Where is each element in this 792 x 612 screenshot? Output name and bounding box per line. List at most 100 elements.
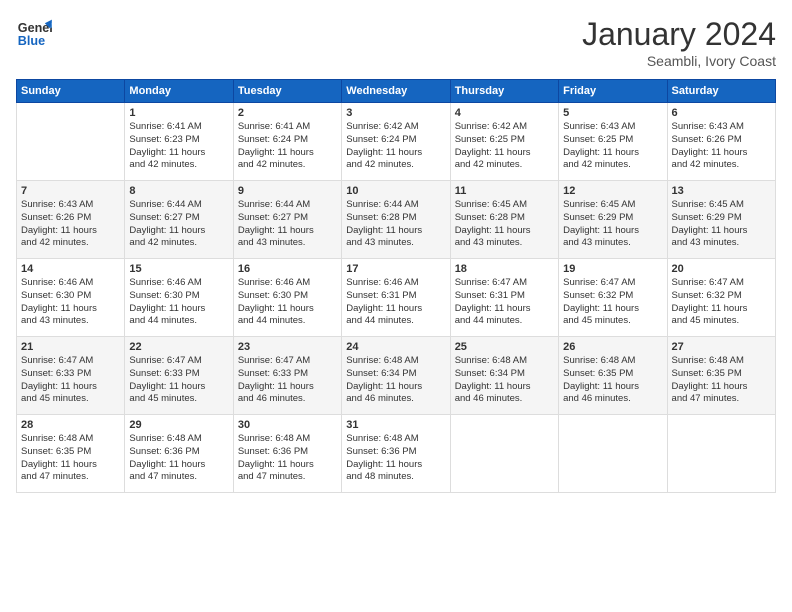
calendar-cell: 6 Sunrise: 6:43 AMSunset: 6:26 PMDaylight… [667, 103, 775, 181]
day-info: Sunrise: 6:44 AMSunset: 6:27 PMDaylight:… [238, 199, 337, 250]
calendar-cell: 12 Sunrise: 6:45 AMSunset: 6:29 PMDayligh… [559, 181, 667, 259]
calendar-cell: 13 Sunrise: 6:45 AMSunset: 6:29 PMDayligh… [667, 181, 775, 259]
day-info: Sunrise: 6:45 AMSunset: 6:28 PMDaylight:… [455, 199, 554, 250]
day-number: 19 [563, 263, 662, 275]
calendar-cell: 26 Sunrise: 6:48 AMSunset: 6:35 PMDayligh… [559, 337, 667, 415]
col-friday: Friday [559, 80, 667, 103]
calendar-cell: 7Sunrise: 6:43 AMSunset: 6:26 PMDaylight… [17, 181, 125, 259]
day-number: 21 [21, 341, 120, 353]
calendar-cell: 3Sunrise: 6:42 AMSunset: 6:24 PMDaylight… [342, 103, 450, 181]
calendar-cell: 18 Sunrise: 6:47 AMSunset: 6:31 PMDayligh… [450, 259, 558, 337]
day-number: 2 [238, 107, 337, 119]
col-sunday: Sunday [17, 80, 125, 103]
day-number: 13 [672, 185, 771, 197]
day-info: Sunrise: 6:48 AMSunset: 6:36 PMDaylight:… [238, 433, 337, 484]
calendar-cell: 19 Sunrise: 6:47 AMSunset: 6:32 PMDayligh… [559, 259, 667, 337]
calendar-week-4: 28Sunrise: 6:48 AMSunset: 6:35 PMDayligh… [17, 415, 776, 493]
day-number: 24 [346, 341, 445, 353]
day-number: 1 [129, 107, 228, 119]
calendar-cell: 25 Sunrise: 6:48 AMSunset: 6:34 PMDayligh… [450, 337, 558, 415]
calendar-cell: 27Sunrise: 6:48 AMSunset: 6:35 PMDayligh… [667, 337, 775, 415]
day-number: 22 [129, 341, 228, 353]
header-row: Sunday Monday Tuesday Wednesday Thursday… [17, 80, 776, 103]
calendar-cell: 8 Sunrise: 6:44 AMSunset: 6:27 PMDaylight… [125, 181, 233, 259]
day-number: 8 [129, 185, 228, 197]
day-info: Sunrise: 6:42 AMSunset: 6:24 PMDaylight:… [346, 121, 445, 172]
day-info: Sunrise: 6:48 AMSunset: 6:36 PMDaylight:… [129, 433, 228, 484]
col-monday: Monday [125, 80, 233, 103]
calendar-cell: 5 Sunrise: 6:43 AMSunset: 6:25 PMDaylight… [559, 103, 667, 181]
day-info: Sunrise: 6:44 AMSunset: 6:27 PMDaylight:… [129, 199, 228, 250]
calendar-week-2: 14Sunrise: 6:46 AMSunset: 6:30 PMDayligh… [17, 259, 776, 337]
subtitle: Seambli, Ivory Coast [582, 53, 776, 69]
main-title: January 2024 [582, 16, 776, 53]
day-info: Sunrise: 6:46 AMSunset: 6:30 PMDaylight:… [238, 277, 337, 328]
day-number: 23 [238, 341, 337, 353]
calendar-cell: 16 Sunrise: 6:46 AMSunset: 6:30 PMDayligh… [233, 259, 341, 337]
calendar-cell: 23Sunrise: 6:47 AMSunset: 6:33 PMDayligh… [233, 337, 341, 415]
day-number: 18 [455, 263, 554, 275]
calendar-week-0: 1 Sunrise: 6:41 AMSunset: 6:23 PMDaylight… [17, 103, 776, 181]
day-info: Sunrise: 6:43 AMSunset: 6:26 PMDaylight:… [672, 121, 771, 172]
calendar-cell: 30 Sunrise: 6:48 AMSunset: 6:36 PMDayligh… [233, 415, 341, 493]
calendar-table: Sunday Monday Tuesday Wednesday Thursday… [16, 79, 776, 493]
day-info: Sunrise: 6:48 AMSunset: 6:34 PMDaylight:… [455, 355, 554, 406]
col-thursday: Thursday [450, 80, 558, 103]
day-info: Sunrise: 6:43 AMSunset: 6:25 PMDaylight:… [563, 121, 662, 172]
title-block: January 2024 Seambli, Ivory Coast [582, 16, 776, 69]
day-info: Sunrise: 6:47 AMSunset: 6:31 PMDaylight:… [455, 277, 554, 328]
day-info: Sunrise: 6:45 AMSunset: 6:29 PMDaylight:… [672, 199, 771, 250]
day-info: Sunrise: 6:48 AMSunset: 6:35 PMDaylight:… [563, 355, 662, 406]
calendar-cell [667, 415, 775, 493]
day-number: 31 [346, 419, 445, 431]
col-tuesday: Tuesday [233, 80, 341, 103]
day-number: 4 [455, 107, 554, 119]
day-number: 5 [563, 107, 662, 119]
col-saturday: Saturday [667, 80, 775, 103]
day-info: Sunrise: 6:48 AMSunset: 6:35 PMDaylight:… [21, 433, 120, 484]
calendar-cell: 1 Sunrise: 6:41 AMSunset: 6:23 PMDaylight… [125, 103, 233, 181]
day-info: Sunrise: 6:47 AMSunset: 6:32 PMDaylight:… [563, 277, 662, 328]
day-number: 9 [238, 185, 337, 197]
day-number: 15 [129, 263, 228, 275]
calendar-cell: 14Sunrise: 6:46 AMSunset: 6:30 PMDayligh… [17, 259, 125, 337]
day-info: Sunrise: 6:47 AMSunset: 6:33 PMDaylight:… [21, 355, 120, 406]
page: General Blue January 2024 Seambli, Ivory… [0, 0, 792, 612]
day-number: 17 [346, 263, 445, 275]
logo-icon: General Blue [16, 16, 52, 52]
calendar-week-3: 21 Sunrise: 6:47 AMSunset: 6:33 PMDayligh… [17, 337, 776, 415]
day-number: 25 [455, 341, 554, 353]
calendar-cell: 9 Sunrise: 6:44 AMSunset: 6:27 PMDaylight… [233, 181, 341, 259]
calendar-cell: 17Sunrise: 6:46 AMSunset: 6:31 PMDayligh… [342, 259, 450, 337]
day-info: Sunrise: 6:46 AMSunset: 6:30 PMDaylight:… [129, 277, 228, 328]
header: General Blue January 2024 Seambli, Ivory… [16, 16, 776, 69]
day-info: Sunrise: 6:41 AMSunset: 6:24 PMDaylight:… [238, 121, 337, 172]
day-number: 29 [129, 419, 228, 431]
calendar-cell [17, 103, 125, 181]
calendar-cell: 11Sunrise: 6:45 AMSunset: 6:28 PMDayligh… [450, 181, 558, 259]
day-info: Sunrise: 6:47 AMSunset: 6:32 PMDaylight:… [672, 277, 771, 328]
day-number: 12 [563, 185, 662, 197]
logo: General Blue [16, 16, 52, 52]
day-number: 16 [238, 263, 337, 275]
day-info: Sunrise: 6:41 AMSunset: 6:23 PMDaylight:… [129, 121, 228, 172]
col-wednesday: Wednesday [342, 80, 450, 103]
calendar-week-1: 7Sunrise: 6:43 AMSunset: 6:26 PMDaylight… [17, 181, 776, 259]
calendar-cell: 15 Sunrise: 6:46 AMSunset: 6:30 PMDayligh… [125, 259, 233, 337]
day-info: Sunrise: 6:42 AMSunset: 6:25 PMDaylight:… [455, 121, 554, 172]
day-info: Sunrise: 6:45 AMSunset: 6:29 PMDaylight:… [563, 199, 662, 250]
calendar-cell: 2 Sunrise: 6:41 AMSunset: 6:24 PMDaylight… [233, 103, 341, 181]
day-number: 10 [346, 185, 445, 197]
calendar-cell: 28Sunrise: 6:48 AMSunset: 6:35 PMDayligh… [17, 415, 125, 493]
day-number: 6 [672, 107, 771, 119]
calendar-cell: 10Sunrise: 6:44 AMSunset: 6:28 PMDayligh… [342, 181, 450, 259]
calendar-cell: 21 Sunrise: 6:47 AMSunset: 6:33 PMDayligh… [17, 337, 125, 415]
calendar-cell [559, 415, 667, 493]
calendar-cell: 29 Sunrise: 6:48 AMSunset: 6:36 PMDayligh… [125, 415, 233, 493]
calendar-cell: 4 Sunrise: 6:42 AMSunset: 6:25 PMDaylight… [450, 103, 558, 181]
day-number: 20 [672, 263, 771, 275]
day-number: 30 [238, 419, 337, 431]
day-info: Sunrise: 6:43 AMSunset: 6:26 PMDaylight:… [21, 199, 120, 250]
day-number: 26 [563, 341, 662, 353]
svg-text:Blue: Blue [18, 34, 45, 48]
